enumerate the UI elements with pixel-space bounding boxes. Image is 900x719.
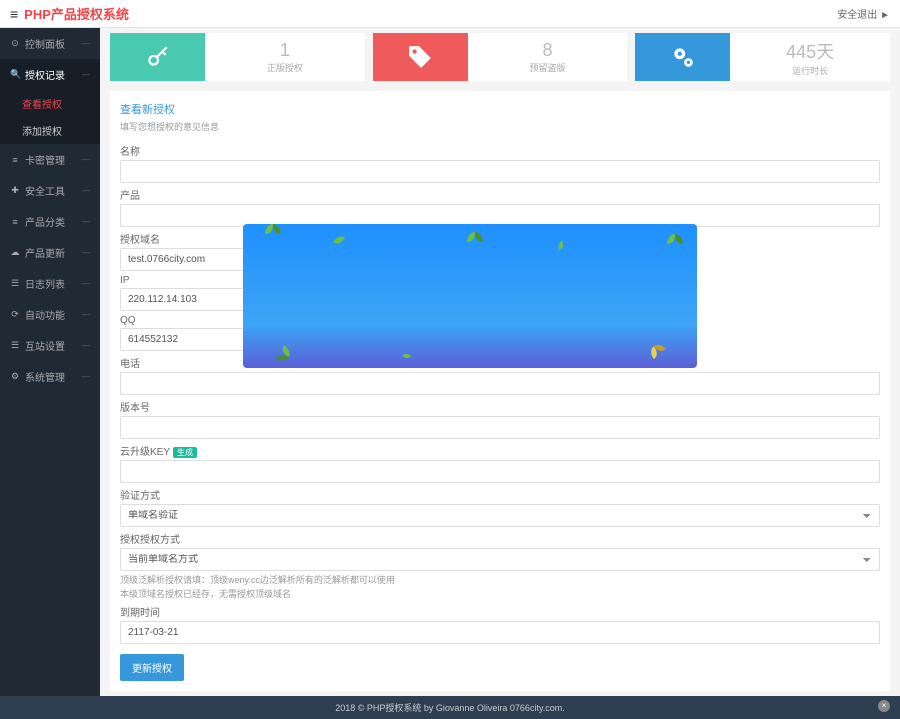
sidebar-item-label: 系统管理 — [25, 369, 65, 384]
input-version[interactable] — [120, 416, 880, 439]
footer: 2018 © PHP授权系统 by Giovanne Oliveira 0766… — [0, 696, 900, 719]
topbar: ≡ PHP产品授权系统 安全退出 ► — [0, 0, 900, 28]
sidebar-sub-add[interactable]: 添加授权 — [0, 117, 100, 144]
sidebar-item-label: 卡密管理 — [25, 152, 65, 167]
input-product[interactable] — [120, 204, 880, 227]
sidebar-item-update[interactable]: ☁产品更新— — [0, 237, 100, 268]
label-version: 版本号 — [120, 397, 880, 416]
stat-value: 445天 — [730, 38, 890, 64]
input-phone[interactable] — [120, 372, 880, 395]
input-domain[interactable] — [120, 248, 245, 271]
label-name: 名称 — [120, 141, 880, 160]
stat-value: 1 — [205, 40, 365, 61]
sidebar-item-exchange[interactable]: ☰互站设置— — [0, 330, 100, 361]
sidebar-item-label: 自动功能 — [25, 307, 65, 322]
sidebar: ⊙控制面板— 🔍授权记录— 查看授权 添加授权 ≡卡密管理— ✚安全工具— ≡产… — [0, 28, 100, 696]
form-box: 查看新授权 填写您想授权的意见信息 名称 产品 授权域名 IP QQ 电话 版本… — [110, 91, 890, 691]
sidebar-item-auto[interactable]: ⟳自动功能— — [0, 299, 100, 330]
brand-title: PHP产品授权系统 — [24, 4, 129, 23]
list-icon: ≡ — [10, 217, 20, 227]
stat-card-piracy: 8预留盗版 — [373, 33, 628, 81]
box-title[interactable]: 查看新授权 — [120, 101, 880, 117]
input-name[interactable] — [120, 160, 880, 183]
sidebar-item-card[interactable]: ≡卡密管理— — [0, 144, 100, 175]
logout-link[interactable]: 安全退出 ► — [837, 6, 890, 21]
input-expire[interactable] — [120, 621, 880, 644]
gears-icon — [635, 33, 730, 81]
stat-value: 8 — [468, 40, 628, 61]
footer-text: 2018 © PHP授权系统 by Giovanne Oliveira 0766… — [335, 703, 565, 713]
sidebar-item-label: 产品更新 — [25, 245, 65, 260]
label-phone: 电话 — [120, 353, 880, 372]
hint-1: 顶级泛解析授权请填：顶级weny.cc边泛解析所有的泛解析都可以使用 — [120, 573, 880, 587]
sidebar-item-security[interactable]: ✚安全工具— — [0, 175, 100, 206]
label-method: 授权授权方式 — [120, 529, 880, 548]
label-qq: QQ — [120, 313, 880, 328]
stat-label: 预留盗版 — [468, 61, 628, 74]
stat-label: 正版授权 — [205, 61, 365, 74]
sidebar-item-system[interactable]: ⚙系统管理— — [0, 361, 100, 392]
hint-2: 本级顶域名授权已经存，无需授权顶级域名 — [120, 587, 880, 601]
stat-card-uptime: 445天运行时长 — [635, 33, 890, 81]
label-upkey: 云升级KEY生成 — [120, 441, 880, 460]
sidebar-item-label: 产品分类 — [25, 214, 65, 229]
tag-icon — [373, 33, 468, 81]
search-icon: 🔍 — [10, 69, 20, 80]
input-upkey[interactable] — [120, 460, 880, 483]
main-content: 1正版授权 8预留盗版 445天运行时长 查看新授权 填写您想授权的意见信息 名… — [100, 28, 900, 696]
submit-button[interactable]: 更新授权 — [120, 654, 184, 681]
sidebar-sub-view[interactable]: 查看授权 — [0, 90, 100, 117]
dashboard-icon: ⊙ — [10, 38, 20, 49]
menu-toggle-icon[interactable]: ≡ — [10, 6, 18, 22]
close-icon[interactable]: × — [878, 700, 890, 712]
sidebar-item-label: 控制面板 — [25, 36, 65, 51]
refresh-icon: ⟳ — [10, 309, 20, 320]
select-verify[interactable]: 单域名验证 — [120, 504, 880, 527]
generate-badge[interactable]: 生成 — [173, 447, 197, 458]
sidebar-item-logs[interactable]: ☰日志列表— — [0, 268, 100, 299]
gear-icon: ⚙ — [10, 371, 20, 382]
sidebar-item-label: 授权记录 — [25, 67, 65, 82]
input-qq[interactable] — [120, 328, 245, 351]
label-domain: 授权域名 — [120, 229, 880, 248]
label-expire: 到期时间 — [120, 602, 880, 621]
label-verify: 验证方式 — [120, 485, 880, 504]
select-method[interactable]: 当前单域名方式 — [120, 548, 880, 571]
key-icon — [110, 33, 205, 81]
stat-card-auth: 1正版授权 — [110, 33, 365, 81]
list-icon: ☰ — [10, 278, 20, 289]
input-ip[interactable] — [120, 288, 245, 311]
list-icon: ☰ — [10, 340, 20, 351]
sidebar-item-label: 安全工具 — [25, 183, 65, 198]
sidebar-item-category[interactable]: ≡产品分类— — [0, 206, 100, 237]
stat-label: 运行时长 — [730, 64, 890, 77]
plus-icon: ✚ — [10, 185, 20, 196]
label-ip: IP — [120, 273, 880, 288]
label-product: 产品 — [120, 185, 880, 204]
sidebar-item-label: 日志列表 — [25, 276, 65, 291]
sidebar-item-dashboard[interactable]: ⊙控制面板— — [0, 28, 100, 59]
cloud-icon: ☁ — [10, 247, 20, 258]
sidebar-item-auth[interactable]: 🔍授权记录— — [0, 59, 100, 90]
sidebar-item-label: 互站设置 — [25, 338, 65, 353]
list-icon: ≡ — [10, 155, 20, 165]
box-subtitle: 填写您想授权的意见信息 — [120, 120, 880, 133]
